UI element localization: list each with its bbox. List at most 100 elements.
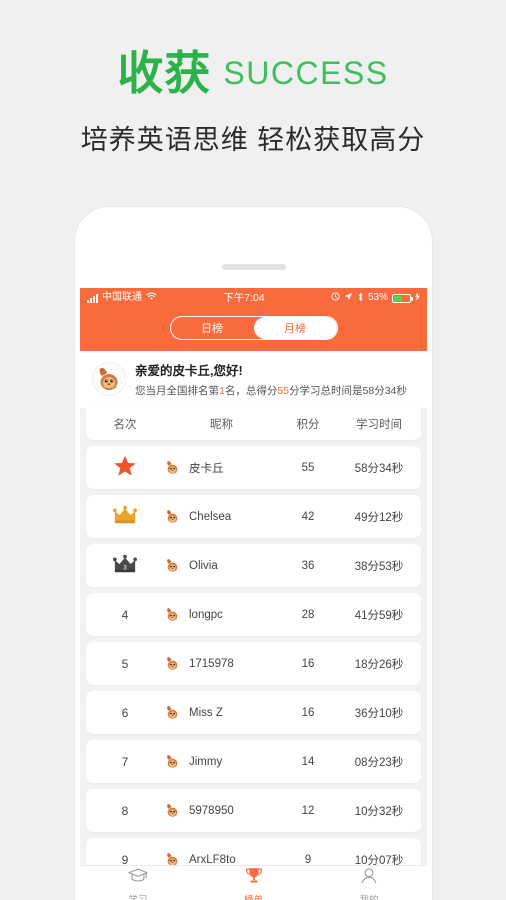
table-row[interactable]: 6 Miss Z 16 36分10秒 [86, 691, 421, 734]
rank-cell [86, 505, 164, 528]
rank-cell: 7 [121, 754, 129, 769]
tab-mine[interactable]: 我的 [311, 867, 427, 900]
signal-bars-icon [87, 293, 98, 303]
phone-mockup: 中国联通 下午7:04 53% 日榜 月榜 亲爱的皮卡丘,您好! 您当月全国排名… [75, 207, 432, 900]
table-row[interactable]: Chelsea 42 49分12秒 [86, 495, 421, 538]
tab-label-leaderboard: 榜单 [244, 892, 263, 900]
promo-banner: 收获 SUCCESS 培养英语思维 轻松获取高分 [0, 0, 506, 157]
player-name: Olivia [189, 559, 218, 572]
tab-monthly-ranking[interactable]: 月榜 [253, 317, 337, 339]
player-name: longpc [189, 608, 223, 621]
leaderboard-period-switcher[interactable]: 日榜 月榜 [169, 316, 338, 340]
squirrel-avatar-icon [164, 753, 181, 770]
score-cell: 28 [301, 608, 315, 621]
stats-score-value: 55 [277, 385, 290, 397]
column-header-rank: 名次 [113, 419, 137, 431]
rank-cell: 5 [121, 656, 129, 671]
table-row[interactable]: 7 Jimmy 14 08分23秒 [86, 740, 421, 783]
promo-page: 收获 SUCCESS 培养英语思维 轻松获取高分 中国联通 下午7:04 53%… [0, 0, 506, 900]
score-cell: 12 [301, 804, 315, 817]
column-header-score: 积分 [296, 419, 320, 431]
graduation-cap-icon [128, 867, 148, 889]
name-cell: Olivia [164, 557, 279, 574]
battery-icon [391, 293, 413, 303]
time-cell: 58分34秒 [354, 462, 404, 475]
app-header: 日榜 月榜 [80, 308, 427, 351]
column-header-time: 学习时间 [356, 419, 402, 431]
tab-daily-ranking[interactable]: 日榜 [171, 317, 254, 339]
greeting-hello: 亲爱的皮卡丘,您好! [135, 364, 243, 378]
table-row[interactable]: 4 longpc 28 41分59秒 [86, 593, 421, 636]
tab-label-study: 学习 [128, 892, 147, 900]
tab-label-mine: 我的 [360, 892, 379, 900]
name-cell: longpc [164, 606, 279, 623]
player-name: ArxLF8to [189, 853, 236, 866]
name-cell: 1715978 [164, 655, 279, 672]
name-cell: 5978950 [164, 802, 279, 819]
time-cell: 10分32秒 [354, 805, 404, 818]
squirrel-avatar-icon [164, 557, 181, 574]
player-name: 5978950 [189, 804, 234, 817]
status-bar: 中国联通 下午7:04 53% [80, 288, 427, 308]
promo-title-cn: 收获 [117, 47, 212, 99]
leaderboard-list: 名次 昵称 积分 学习时间 皮卡丘 55 58分34秒 Chelsea 42 4… [80, 408, 427, 900]
player-name: 皮卡丘 [189, 462, 224, 475]
time-cell: 49分12秒 [354, 511, 404, 524]
trophy-icon [244, 867, 264, 889]
svg-text:3: 3 [123, 565, 127, 572]
squirrel-avatar-icon [92, 362, 126, 396]
wifi-icon [146, 292, 157, 304]
column-header-name: 昵称 [210, 419, 233, 431]
rank-cell: 6 [121, 705, 129, 720]
squirrel-avatar-icon [164, 802, 181, 819]
player-name: 1715978 [189, 657, 234, 670]
score-cell: 36 [301, 559, 315, 572]
rank-cell: 3 [86, 554, 164, 577]
time-cell: 41分59秒 [354, 609, 404, 622]
gold-crown-icon [113, 505, 137, 528]
table-header-row: 名次 昵称 积分 学习时间 [86, 408, 421, 440]
score-cell: 16 [301, 706, 315, 719]
carrier-label: 中国联通 [102, 292, 142, 303]
status-time: 下午7:04 [223, 291, 265, 304]
stats-prefix: 您当月全国排名第 [135, 385, 219, 397]
squirrel-avatar-icon [164, 508, 181, 525]
rank-cell [86, 454, 164, 481]
player-name: Jimmy [189, 755, 223, 768]
earpiece-speaker [221, 264, 286, 270]
bottom-tab-bar: 学习 榜单 我的 [80, 865, 427, 900]
phone-screen: 中国联通 下午7:04 53% 日榜 月榜 亲爱的皮卡丘,您好! 您当月全国排名… [80, 288, 427, 900]
greeting-stats: 您当月全国排名第1名，总得分55分学习总时间是58分34秒 [135, 383, 407, 398]
rank-cell: 4 [121, 607, 129, 622]
table-row[interactable]: 5 1715978 16 18分26秒 [86, 642, 421, 685]
table-row[interactable]: 皮卡丘 55 58分34秒 [86, 446, 421, 489]
charging-bolt-icon [414, 292, 420, 304]
alarm-icon [331, 292, 340, 304]
rank-cell: 8 [121, 803, 129, 818]
score-cell: 55 [301, 461, 315, 474]
tab-leaderboard[interactable]: 榜单 [196, 867, 312, 900]
score-cell: 9 [304, 853, 312, 866]
bronze-crown-icon: 3 [113, 554, 137, 577]
location-arrow-icon [344, 292, 353, 304]
squirrel-avatar-icon [164, 655, 181, 672]
squirrel-avatar-icon [164, 459, 181, 476]
star-medal-icon [113, 455, 137, 481]
table-row[interactable]: 3 Olivia 36 38分53秒 [86, 544, 421, 587]
squirrel-avatar-icon [164, 704, 181, 721]
squirrel-avatar-icon [164, 606, 181, 623]
name-cell: Miss Z [164, 704, 279, 721]
table-row[interactable]: 8 5978950 12 10分32秒 [86, 789, 421, 832]
time-cell: 08分23秒 [354, 756, 404, 769]
score-cell: 42 [301, 510, 315, 523]
battery-percent-label: 53% [367, 292, 388, 303]
time-cell: 38分53秒 [354, 560, 404, 573]
score-cell: 16 [301, 657, 315, 670]
tab-study[interactable]: 学习 [80, 867, 196, 900]
stats-suffix: 分学习总时间是58分34秒 [289, 385, 407, 397]
stats-mid: 名，总得分 [224, 385, 278, 397]
promo-title-en: SUCCESS [223, 55, 389, 91]
player-name: Miss Z [189, 706, 223, 719]
name-cell: Jimmy [164, 753, 279, 770]
name-cell: Chelsea [164, 508, 279, 525]
